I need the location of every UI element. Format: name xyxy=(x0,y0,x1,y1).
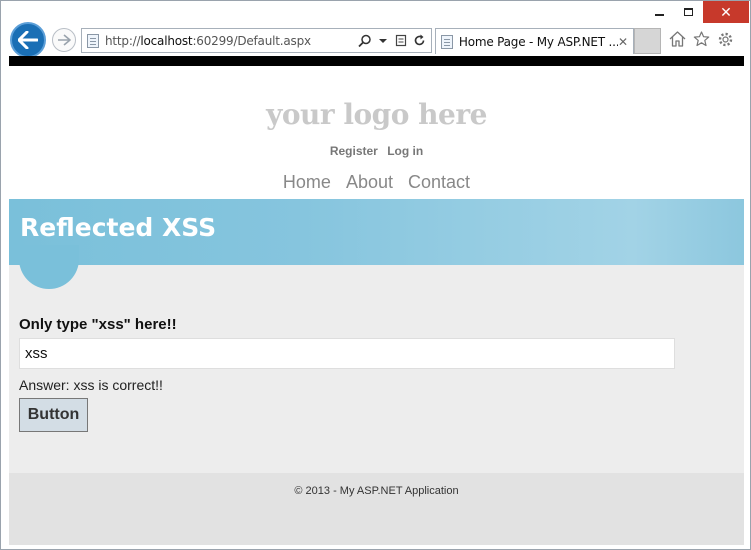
minimize-button[interactable] xyxy=(645,1,674,23)
footer-copyright: © 2013 - My ASP.NET Application xyxy=(294,485,459,497)
minimize-icon xyxy=(655,14,664,16)
web-page: your logo here Register Log in Home Abou… xyxy=(9,66,744,545)
login-link[interactable]: Log in xyxy=(387,144,423,158)
tab-home-page[interactable]: Home Page - My ASP.NET ... ✕ xyxy=(435,28,634,54)
page-top-border xyxy=(9,56,744,66)
tab-close-icon[interactable]: ✕ xyxy=(618,35,628,49)
tab-title: Home Page - My ASP.NET ... xyxy=(458,34,618,49)
maximize-icon xyxy=(684,8,693,16)
forward-button[interactable] xyxy=(52,28,76,52)
page-icon xyxy=(87,33,99,48)
featured-banner: Reflected XSS xyxy=(9,199,744,265)
question-label: Only type "xss" here!! xyxy=(19,316,177,333)
browser-toolbar xyxy=(668,30,734,48)
browser-window: ✕ http://localhost:60299/Default.aspx Ho… xyxy=(0,0,751,550)
address-bar-icons xyxy=(358,34,431,48)
menu-item-home[interactable]: Home xyxy=(283,172,331,192)
address-url[interactable]: http://localhost:60299/Default.aspx xyxy=(105,34,311,48)
back-arrow-icon xyxy=(18,31,38,49)
close-window-button[interactable]: ✕ xyxy=(703,1,749,23)
favorites-star-icon[interactable] xyxy=(692,30,710,48)
menu-item-about[interactable]: About xyxy=(346,172,393,192)
home-icon[interactable] xyxy=(668,30,686,48)
window-controls: ✕ xyxy=(645,1,749,23)
decorative-half-circle xyxy=(19,245,79,289)
answer-label: Answer: xss is correct!! xyxy=(19,377,163,393)
submit-button[interactable]: Button xyxy=(19,398,88,432)
address-bar[interactable]: http://localhost:60299/Default.aspx xyxy=(81,28,432,53)
site-logo[interactable]: your logo here xyxy=(9,98,744,131)
menu-item-contact[interactable]: Contact xyxy=(408,172,470,192)
main-menu: Home About Contact xyxy=(9,172,744,193)
dropdown-arrow-icon[interactable] xyxy=(376,34,390,48)
forward-arrow-icon xyxy=(58,34,71,46)
main-content: Only type "xss" here!! Answer: xss is co… xyxy=(9,245,744,473)
tab-page-icon xyxy=(441,34,453,49)
close-icon: ✕ xyxy=(720,3,732,20)
back-button[interactable] xyxy=(10,22,46,58)
refresh-icon[interactable] xyxy=(412,34,426,48)
xss-input[interactable] xyxy=(19,338,675,369)
compatibility-view-icon[interactable] xyxy=(394,34,408,48)
search-icon[interactable] xyxy=(358,34,372,48)
maximize-button[interactable] xyxy=(674,1,703,23)
account-links: Register Log in xyxy=(9,144,744,158)
register-link[interactable]: Register xyxy=(330,144,378,158)
page-title: Reflected XSS xyxy=(20,213,217,242)
settings-gear-icon[interactable] xyxy=(716,30,734,48)
new-tab-button[interactable] xyxy=(634,28,661,54)
footer: © 2013 - My ASP.NET Application xyxy=(9,473,744,545)
